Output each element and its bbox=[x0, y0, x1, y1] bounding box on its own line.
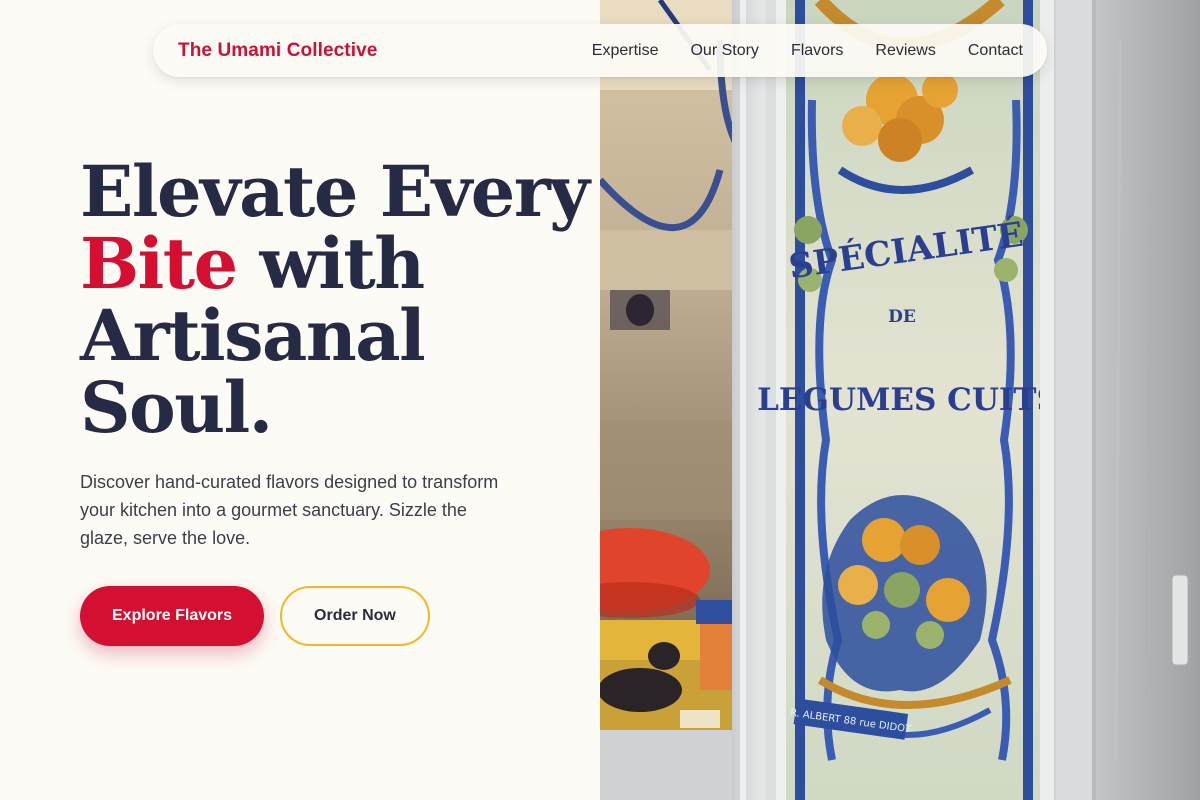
headline-accent-word: Bite bbox=[80, 222, 238, 305]
order-now-button[interactable]: Order Now bbox=[280, 586, 430, 646]
top-navbar: The Umami Collective Expertise Our Story… bbox=[153, 24, 1047, 77]
nav-links: Expertise Our Story Flavors Reviews Cont… bbox=[592, 42, 1023, 60]
sign-line3-text: LEGUMES CUITS bbox=[757, 382, 1059, 418]
headline-line-4: Soul. bbox=[80, 366, 273, 449]
nav-link-expertise[interactable]: Expertise bbox=[592, 42, 659, 60]
landing-page: SPÉCIALITÉ DE LEGUMES CUITS R. ALBERT 88… bbox=[0, 0, 1200, 800]
brand-logo-link[interactable]: The Umami Collective bbox=[178, 40, 377, 62]
explore-flavors-button[interactable]: Explore Flavors bbox=[80, 586, 265, 646]
headline-line-3: Artisanal bbox=[80, 294, 426, 377]
nav-link-reviews[interactable]: Reviews bbox=[875, 42, 935, 60]
hero-section: Elevate Every Bite with Artisanal Soul. … bbox=[80, 150, 590, 646]
nav-link-flavors[interactable]: Flavors bbox=[791, 42, 843, 60]
hero-cta-row: Explore Flavors Order Now bbox=[80, 586, 580, 646]
nav-link-our-story[interactable]: Our Story bbox=[690, 42, 758, 60]
sign-line2-text: DE bbox=[888, 307, 916, 327]
hero-subtitle: Discover hand-curated flavors designed t… bbox=[80, 472, 499, 548]
nav-link-contact[interactable]: Contact bbox=[968, 42, 1023, 60]
hero-photo-storefront-sign: SPÉCIALITÉ DE LEGUMES CUITS R. ALBERT 88… bbox=[600, 0, 1200, 800]
headline-line-1: Elevate Every bbox=[80, 150, 590, 233]
headline-line-2-rest: with bbox=[236, 222, 426, 305]
hero-headline: Elevate Every Bite with Artisanal Soul. bbox=[80, 150, 590, 449]
headline-line-2: Bite with bbox=[80, 228, 580, 300]
